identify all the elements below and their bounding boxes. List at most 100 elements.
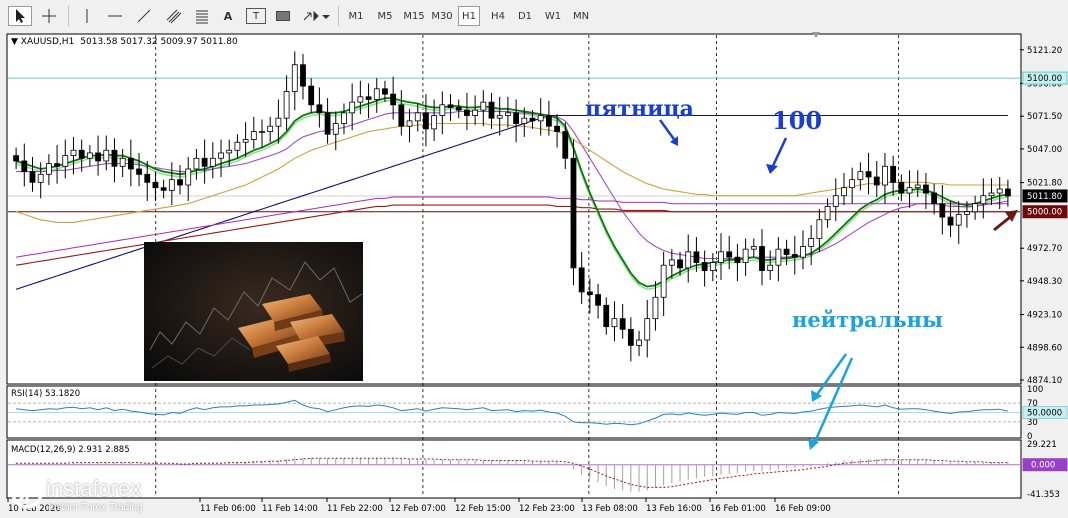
candle-body (488, 101, 495, 119)
fibonacci-tool[interactable] (190, 6, 214, 26)
candle-body (693, 251, 700, 263)
candle-body (513, 112, 519, 124)
channel-tool[interactable] (162, 6, 186, 26)
candle-body (947, 216, 954, 226)
chart-canvas[interactable]: ▼ XAUUSD,H1 5013.58 5017.32 5009.97 5011.… (0, 32, 1068, 518)
fibonacci-icon (196, 10, 208, 24)
candle-body (873, 176, 880, 186)
candle-body (54, 163, 60, 167)
timeframe-w1[interactable]: W1 (541, 6, 565, 26)
rsi-panel[interactable] (6, 385, 1022, 439)
timeframe-mn[interactable]: MN (568, 6, 594, 26)
candle-body (726, 251, 733, 258)
macd-tick-label: 29.221 (1027, 440, 1057, 450)
candle-body (980, 195, 987, 205)
candle-body (119, 157, 126, 167)
timeframe-m30[interactable]: M30 (428, 6, 456, 26)
trendline-tool[interactable] (132, 6, 156, 26)
gold-image (144, 242, 363, 381)
candle-body (349, 101, 356, 114)
macd-title: MACD(12,26,9) 2.931 2.885 (11, 445, 130, 455)
timeframe-h1[interactable]: H1 (458, 6, 480, 26)
candle-body (586, 291, 593, 296)
cursor-tool[interactable] (8, 6, 32, 26)
candle-body (242, 139, 249, 143)
candle-body (701, 262, 708, 271)
watermark-tagline: Instant Forex Trading (48, 502, 143, 513)
time-tick-label: 16 Feb 01:00 (710, 504, 766, 514)
annotation-hundred: 100 (772, 106, 822, 135)
candle-body (636, 339, 642, 346)
time-tick-label: 11 Feb 06:00 (200, 504, 256, 514)
channel-icon (166, 9, 182, 24)
candle-body (496, 115, 503, 119)
candle-body (103, 149, 110, 162)
horizontal-line-icon (108, 15, 122, 17)
candle-body (603, 304, 610, 328)
text-tool[interactable]: A (218, 6, 238, 26)
candle-body (767, 264, 774, 271)
toolbar: A T M1 M5 M15 M30 H1 H4 D1 W1 MN (0, 0, 1068, 33)
text-label-tool[interactable]: T (246, 8, 266, 24)
candle-body (964, 211, 970, 215)
candle-body (406, 120, 413, 127)
candle-body (37, 173, 44, 183)
crosshair-tool[interactable] (36, 6, 62, 26)
annotation-neutral: нейтральны (792, 307, 943, 332)
price-tick-label: 5021.80 (1027, 179, 1062, 189)
horizontal-line-tool[interactable] (104, 6, 126, 26)
price-tick-label: 4898.60 (1027, 343, 1062, 353)
timeframe-m15[interactable]: M15 (400, 6, 428, 26)
candle-body (160, 187, 167, 191)
macd-value-label: 0.000 (1031, 461, 1055, 471)
toolbar-separator (68, 6, 69, 26)
candle-body (824, 205, 831, 221)
candle-body (595, 294, 601, 306)
candle-body (185, 168, 192, 186)
candle-body (218, 152, 224, 159)
candle-body (127, 157, 134, 170)
candle-body (267, 125, 274, 132)
time-tick-label: 16 Feb 09:00 (775, 504, 831, 514)
toolbar-separator (338, 6, 339, 26)
candle-body (537, 115, 544, 122)
rectangle-tool[interactable] (272, 6, 294, 26)
time-tick-label: 11 Feb 14:00 (262, 504, 318, 514)
candle-body (750, 246, 757, 250)
candle-body (988, 192, 995, 197)
candle-body (29, 171, 36, 183)
vertical-line-tool[interactable] (76, 6, 98, 26)
candle-body (259, 131, 265, 133)
candle-body (1005, 188, 1011, 197)
candle-body (841, 187, 847, 197)
time-tick-label: 11 Feb 22:00 (327, 504, 383, 514)
arrows-icon (303, 10, 330, 22)
time-tick-label: 13 Feb 16:00 (646, 504, 702, 514)
candle-body (390, 93, 397, 106)
macd-tick-label: -41.353 (1027, 490, 1060, 500)
timeframe-d1[interactable]: D1 (513, 6, 537, 26)
annotation-friday: пятница (585, 96, 694, 122)
price-tick-label: 5047.00 (1027, 145, 1062, 155)
timeframe-m5[interactable]: M5 (372, 6, 398, 26)
candle-body (709, 262, 716, 271)
timeframe-m1[interactable]: M1 (343, 6, 369, 26)
candle-body (136, 168, 142, 175)
candle-body (562, 131, 569, 159)
candle-body (283, 91, 290, 119)
candle-body (742, 248, 749, 263)
price-tick-label: 4923.10 (1027, 311, 1062, 321)
candle-body (250, 131, 257, 140)
candle-body (177, 179, 183, 186)
timeframe-h4[interactable]: H4 (486, 6, 510, 26)
candle-body (955, 214, 962, 226)
candle-body (578, 267, 585, 293)
arrows-tool[interactable] (300, 6, 332, 26)
candle-body (439, 104, 446, 116)
candle-body (775, 248, 782, 266)
price-label: 5000.00 (1027, 208, 1062, 218)
candle-body (201, 157, 208, 167)
candle-body (972, 203, 979, 213)
price-label: 5011.80 (1027, 192, 1062, 202)
candle-body (21, 160, 28, 173)
